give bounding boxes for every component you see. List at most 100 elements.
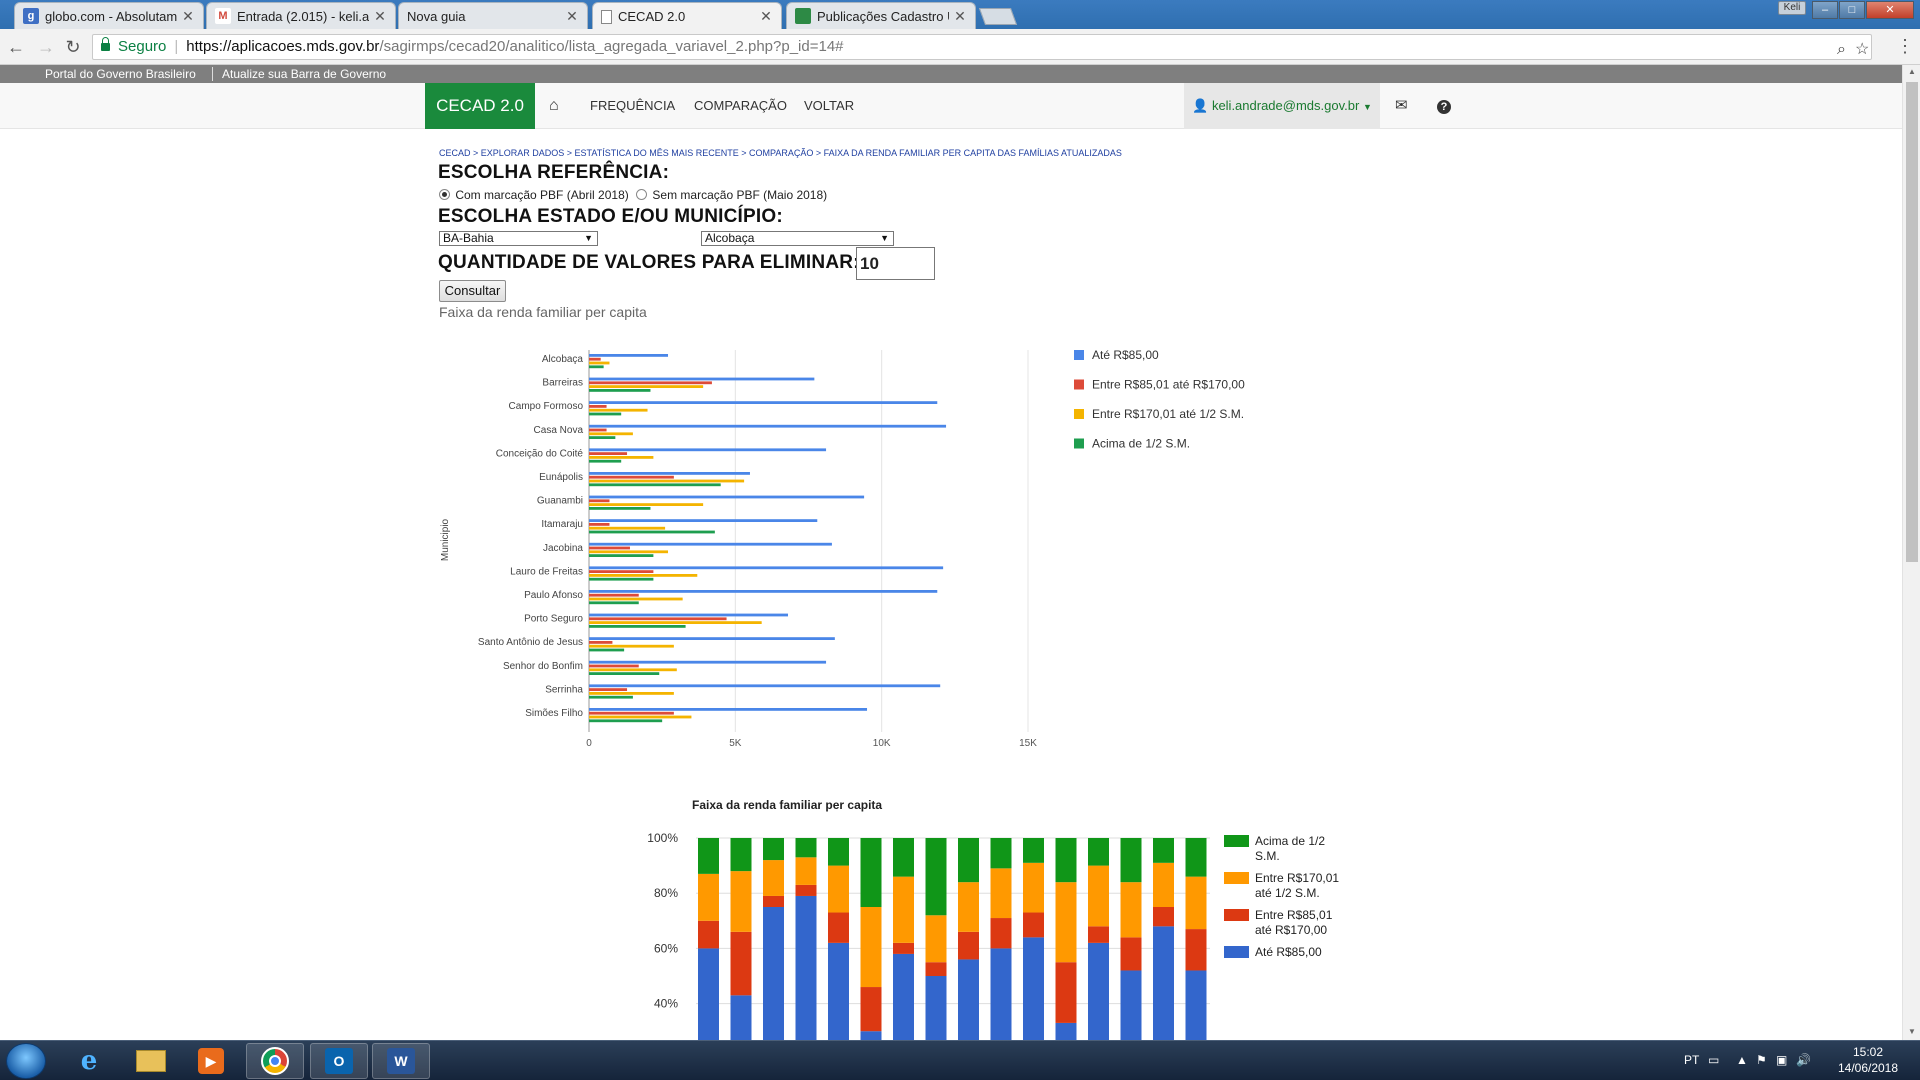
- gov-update-link[interactable]: Atualize sua Barra de Governo: [222, 65, 386, 83]
- stack-segment-2: [990, 868, 1012, 919]
- legend-label: Entre R$170,01 até 1/2 S.M.: [1092, 407, 1244, 421]
- tab-globo[interactable]: g globo.com - Absolutame ✕: [14, 2, 204, 29]
- bar-2: [589, 503, 704, 506]
- nav-voltar[interactable]: VOLTAR: [804, 83, 854, 129]
- legend-label: Acima de 1/2 S.M.: [1092, 437, 1190, 451]
- stack-segment-2: [1088, 865, 1109, 927]
- internet-explorer-icon[interactable]: e: [60, 1043, 118, 1079]
- tab-publicacoes[interactable]: Publicações Cadastro Ún ✕: [786, 2, 976, 29]
- bookmark-star-icon[interactable]: ☆: [1855, 38, 1869, 62]
- y-tick-label: 80%: [654, 886, 678, 900]
- quantity-input[interactable]: 10: [856, 247, 935, 280]
- new-tab-button[interactable]: [978, 8, 1018, 25]
- outlook-icon[interactable]: O: [310, 1043, 368, 1079]
- stack-segment-0: [828, 942, 849, 1040]
- legend-swatch: [1074, 438, 1084, 449]
- browser-menu-icon[interactable]: ⋮: [1896, 36, 1914, 57]
- system-clock[interactable]: 15:02 14/06/2018: [1830, 1044, 1906, 1076]
- url-input[interactable]: Seguro | https://aplicacoes.mds.gov.br/sag…: [92, 34, 1872, 60]
- bar-2: [589, 692, 674, 695]
- radio-with-pbf[interactable]: [439, 189, 450, 200]
- vertical-scrollbar[interactable]: ▲ ▼: [1902, 65, 1920, 1040]
- reference-radio-group: Com marcação PBF (Abril 2018) Sem marcaç…: [439, 188, 827, 202]
- radio-without-pbf[interactable]: [636, 189, 648, 200]
- media-player-icon[interactable]: ▶: [182, 1043, 240, 1079]
- legend-swatch: [1074, 379, 1084, 390]
- stack-segment-3: [1023, 838, 1044, 863]
- start-button[interactable]: [6, 1043, 46, 1079]
- tab-cecad[interactable]: CECAD 2.0 ✕: [592, 2, 782, 30]
- zoom-icon[interactable]: ⌕: [1837, 38, 1846, 62]
- tab-gmail[interactable]: M Entrada (2.015) - keli.and ✕: [206, 2, 396, 29]
- close-tab-icon[interactable]: ✕: [565, 8, 579, 25]
- radio-without-pbf-label[interactable]: Sem marcação PBF (Maio 2018): [652, 188, 827, 202]
- reload-icon[interactable]: ↻: [63, 37, 83, 57]
- grouped-bar-chart: 0 5K 10K 15K Municipio Alcobaça Barreiras Campo…: [440, 348, 1245, 749]
- x-tick-label: 15K: [1019, 738, 1037, 749]
- bar-3: [589, 530, 715, 534]
- category-label: Porto Seguro: [524, 614, 583, 625]
- keyboard-icon[interactable]: ▭: [1708, 1053, 1719, 1067]
- bar-3: [589, 625, 686, 628]
- stack-segment-0: [1120, 970, 1142, 1040]
- scroll-down-icon[interactable]: ▼: [1908, 1027, 1916, 1036]
- action-center-flag-icon[interactable]: ⚑: [1756, 1053, 1767, 1067]
- url-separator: |: [174, 38, 179, 55]
- category-label: Guanambi: [537, 496, 583, 507]
- scrollbar-thumb[interactable]: [1906, 82, 1918, 562]
- bar-1: [589, 570, 654, 573]
- stack-segment-0: [893, 953, 914, 1040]
- home-button[interactable]: ⌂: [549, 83, 559, 129]
- close-tab-icon[interactable]: ✕: [953, 8, 967, 25]
- state-select[interactable]: BA-Bahia ▼: [439, 231, 598, 246]
- radio-with-pbf-label[interactable]: Com marcação PBF (Abril 2018): [455, 188, 628, 202]
- stack-segment-3: [1088, 838, 1109, 866]
- bar-0: [589, 354, 669, 357]
- window-user-badge[interactable]: Keli: [1778, 1, 1806, 15]
- help-button[interactable]: ?: [1437, 83, 1451, 129]
- lock-icon: [101, 37, 110, 51]
- city-select[interactable]: Alcobaça ▼: [701, 231, 894, 246]
- bar-2: [589, 432, 633, 436]
- close-tab-icon[interactable]: ✕: [373, 8, 387, 25]
- bar-0: [589, 424, 947, 428]
- volume-icon[interactable]: 🔊: [1796, 1053, 1811, 1067]
- stack-segment-1: [893, 942, 914, 954]
- category-label: Eunápolis: [539, 472, 583, 483]
- maximize-button[interactable]: □: [1839, 1, 1865, 19]
- legend-swatch: [1074, 350, 1084, 360]
- bar-3: [589, 601, 639, 605]
- clock-date: 14/06/2018: [1837, 1061, 1899, 1075]
- minimize-button[interactable]: –: [1812, 1, 1838, 19]
- word-icon[interactable]: W: [372, 1043, 430, 1079]
- scroll-up-icon[interactable]: ▲: [1908, 67, 1916, 76]
- stack-segment-2: [763, 860, 784, 896]
- close-tab-icon[interactable]: ✕: [181, 8, 195, 25]
- close-window-button[interactable]: ✕: [1866, 1, 1914, 19]
- x-tick-label: 10K: [873, 738, 891, 749]
- gov-portal-link[interactable]: Portal do Governo Brasileiro: [45, 65, 196, 83]
- file-explorer-icon[interactable]: [122, 1043, 180, 1079]
- stack-segment-1: [990, 918, 1012, 949]
- nav-comparacao[interactable]: COMPARAÇÃO: [694, 83, 787, 129]
- stack-segment-0: [925, 976, 947, 1040]
- show-hidden-icons-icon[interactable]: ▲: [1736, 1053, 1748, 1067]
- dropdown-arrow-icon: ▼: [584, 233, 593, 243]
- breadcrumb[interactable]: CECAD > EXPLORAR DADOS > ESTATÍSTICA DO …: [439, 148, 1122, 158]
- nav-frequencia[interactable]: FREQUÊNCIA: [590, 83, 675, 129]
- bar-1: [589, 381, 712, 385]
- stack-segment-3: [1120, 838, 1142, 883]
- user-menu[interactable]: 👤 keli.andrade@mds.gov.br ▼: [1184, 83, 1380, 129]
- mail-icon[interactable]: ✉: [1395, 83, 1408, 129]
- network-icon[interactable]: ▣: [1776, 1053, 1787, 1067]
- tab-new[interactable]: Nova guia ✕: [398, 2, 588, 29]
- brand-logo[interactable]: CECAD 2.0: [425, 83, 535, 129]
- close-tab-icon[interactable]: ✕: [759, 8, 773, 25]
- category-label: Lauro de Freitas: [510, 566, 583, 577]
- forward-arrow-icon[interactable]: →: [36, 37, 56, 57]
- bar-0: [589, 637, 835, 640]
- back-arrow-icon[interactable]: ←: [6, 37, 26, 57]
- chrome-icon[interactable]: [246, 1043, 304, 1079]
- language-indicator[interactable]: PT: [1684, 1053, 1699, 1067]
- consult-button[interactable]: Consultar: [439, 280, 506, 302]
